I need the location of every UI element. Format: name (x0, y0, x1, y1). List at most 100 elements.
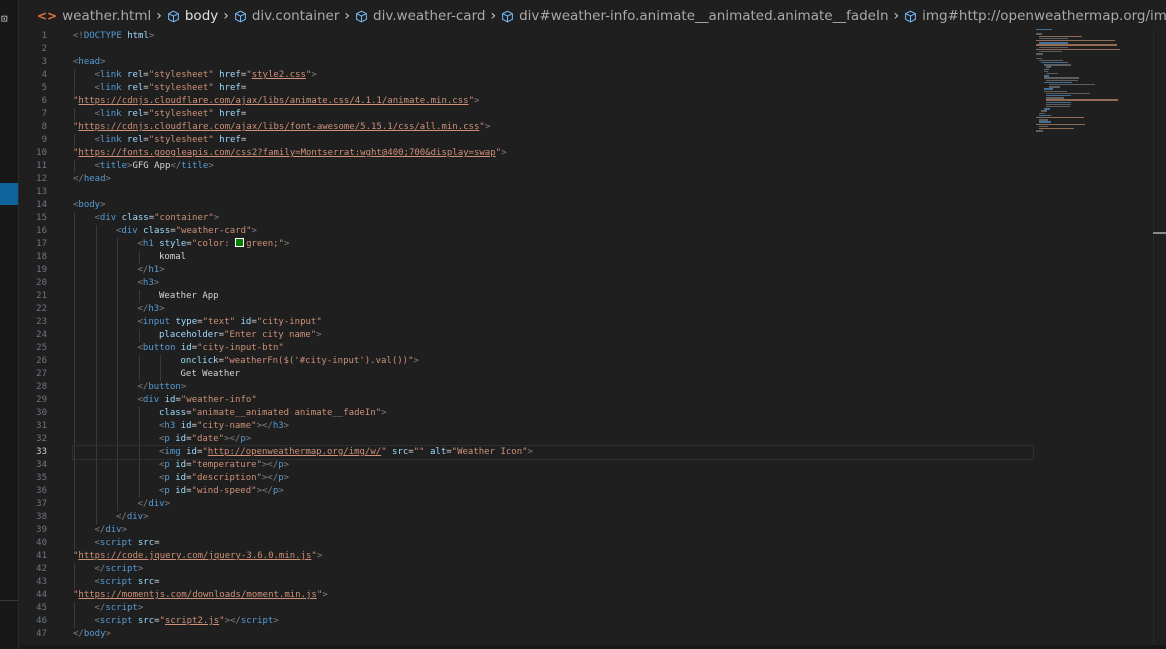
code-token: "Weather Icon" (451, 447, 528, 457)
code-line[interactable]: <p id="temperature"></p> (73, 459, 1033, 472)
code-token: = (154, 577, 160, 587)
code-line[interactable]: onclick="weatherFn($('#city-input').val(… (73, 355, 1033, 368)
split-editor-icon[interactable]: ⊡ (1, 13, 13, 24)
minimap-line (1036, 130, 1044, 132)
code-line[interactable]: <head> (73, 56, 1033, 69)
code-line[interactable]: </div> (73, 498, 1033, 511)
code-token: > (283, 473, 290, 483)
code-line[interactable]: <p id="wind-speed"></p> (73, 485, 1033, 498)
line-number: 16 (36, 226, 47, 236)
code-editor[interactable]: 1 2 3 4 5 6 7 8 9 10 11 12 13 14 15 16 17 18 19 20 21 22 23 24 2… (19, 30, 1034, 649)
line-number: 36 (36, 486, 47, 496)
indent-guide (95, 446, 97, 459)
code-link[interactable]: https://fonts.googleapis.com/css2?family… (78, 148, 495, 158)
code-text: </script> (73, 603, 144, 613)
code-line[interactable]: class="animate__animated animate__fadeIn… (73, 407, 1033, 420)
code-line[interactable]: <!DOCTYPE html> (73, 30, 1033, 43)
code-line[interactable]: <button id="city-input-btn" (73, 342, 1033, 355)
code-line[interactable]: </script> (73, 602, 1033, 615)
minimap-line (1048, 86, 1061, 88)
code-text: </script> (73, 564, 144, 574)
code-line[interactable]: <script src= (73, 537, 1033, 550)
code-line[interactable]: <h3 id="city-name"></h3> (73, 420, 1033, 433)
code-link[interactable]: style2.css (252, 70, 306, 80)
breadcrumb-item[interactable]: div.weather-card (355, 8, 485, 24)
code-line[interactable]: "https://code.jquery.com/jquery-3.6.0.mi… (73, 550, 1033, 563)
code-token: script (99, 538, 133, 548)
breadcrumb-item[interactable]: <> weather.html (37, 8, 151, 24)
code-line[interactable]: <link rel="stylesheet" href= (73, 134, 1033, 147)
breadcrumb-item[interactable]: img#http://openweathermap.org/img/w/ (904, 8, 1166, 24)
indent-guide (74, 615, 75, 628)
code-token: id (186, 447, 197, 457)
code-line[interactable] (73, 186, 1033, 199)
code-line[interactable]: <script src= (73, 576, 1033, 589)
code-link[interactable]: https://cdnjs.cloudflare.com/ajax/libs/a… (78, 96, 468, 106)
code-token: id (175, 486, 187, 496)
code-area[interactable]: <!DOCTYPE html> <head> <link rel="styleshe… (72, 30, 1034, 641)
code-line[interactable]: <div id="weather-info" (73, 394, 1033, 407)
code-link[interactable]: http://openweathermap.org/img/w/ (208, 447, 381, 457)
code-line[interactable]: <h1 style="color: green;"> (73, 238, 1033, 251)
indent-guide (74, 485, 75, 498)
code-line[interactable]: komal (73, 251, 1033, 264)
breadcrumb-item[interactable]: div#weather-info.animate__animated.anima… (501, 8, 889, 24)
code-link[interactable]: https://code.jquery.com/jquery-3.6.0.min… (78, 551, 311, 561)
code-line[interactable]: <script src="script2.js"></script> (73, 615, 1033, 628)
code-line[interactable]: </head> (73, 173, 1033, 186)
code-line[interactable]: <title>GFG App</title> (73, 160, 1033, 173)
code-line[interactable]: </h3> (73, 303, 1033, 316)
code-line[interactable]: "https://fonts.googleapis.com/css2?famil… (73, 147, 1033, 160)
code-link[interactable]: https://momentjs.com/downloads/moment.mi… (78, 590, 316, 600)
breadcrumb-item[interactable]: div.container (234, 8, 339, 24)
activity-bar-active-item[interactable] (0, 183, 18, 205)
code-line[interactable]: placeholder="Enter city name"> (73, 329, 1033, 342)
code-token: class (121, 213, 149, 223)
indent-guide (117, 342, 118, 355)
code-token: href (219, 83, 241, 93)
code-line[interactable]: <div class="container"> (73, 212, 1033, 225)
code-line[interactable]: "https://momentjs.com/downloads/moment.m… (73, 589, 1033, 602)
line-number: 17 (36, 239, 47, 249)
line-number: 26 (36, 356, 47, 366)
indent-guide (117, 264, 118, 277)
code-line[interactable]: <input type="text" id="city-input" (73, 316, 1033, 329)
vertical-scrollbar[interactable] (1153, 30, 1166, 649)
code-link[interactable]: https://cdnjs.cloudflare.com/ajax/libs/f… (78, 122, 479, 132)
cube-icon (501, 10, 514, 23)
code-line[interactable]: "https://cdnjs.cloudflare.com/ajax/libs/… (73, 121, 1033, 134)
code-text: <p id="temperature"></p> (73, 460, 289, 470)
minimap[interactable] (1036, 28, 1146, 138)
indent-guide (95, 238, 97, 251)
code-line[interactable]: <link rel="stylesheet" href="style2.css"… (73, 69, 1033, 82)
code-link[interactable]: script2.js (165, 616, 219, 626)
code-token: script (99, 577, 133, 587)
code-token: link (99, 83, 122, 93)
code-token: html (127, 31, 149, 41)
code-line[interactable]: <p id="date"></p> (73, 433, 1033, 446)
code-line[interactable]: "https://cdnjs.cloudflare.com/ajax/libs/… (73, 95, 1033, 108)
code-line[interactable]: <link rel="stylesheet" href= (73, 82, 1033, 95)
color-swatch[interactable] (235, 238, 245, 247)
code-line[interactable]: </script> (73, 563, 1033, 576)
code-line[interactable]: </body> (73, 628, 1033, 641)
code-line[interactable]: </button> (73, 381, 1033, 394)
code-token: alt (429, 447, 447, 457)
code-line[interactable]: </div> (73, 511, 1033, 524)
code-line[interactable]: <img id="http://openweathermap.org/img/w… (72, 445, 1034, 460)
code-line[interactable]: <div class="weather-card"> (73, 225, 1033, 238)
line-number: 14 (36, 200, 47, 210)
code-line[interactable]: <p id="description"></p> (73, 472, 1033, 485)
code-line[interactable]: </div> (73, 524, 1033, 537)
code-line[interactable]: </h1> (73, 264, 1033, 277)
indent-guide (117, 329, 118, 342)
code-line[interactable]: Weather App (73, 290, 1033, 303)
indent-guide (95, 342, 97, 355)
indent-guide (138, 446, 140, 459)
breadcrumb-item[interactable]: body (167, 8, 218, 24)
code-line[interactable]: Get Weather (73, 368, 1033, 381)
code-line[interactable]: <body> (73, 199, 1033, 212)
code-line[interactable]: <h3> (73, 277, 1033, 290)
code-line[interactable] (73, 43, 1033, 56)
code-line[interactable]: <link rel="stylesheet" href= (73, 108, 1033, 121)
